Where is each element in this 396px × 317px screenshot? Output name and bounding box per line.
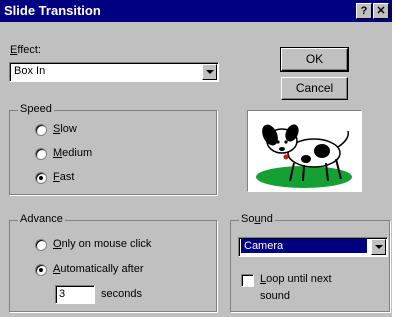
sound-group: Sound (230, 213, 390, 312)
dog-picture-icon (248, 111, 361, 191)
advance-automatic-radio[interactable] (35, 264, 47, 276)
effect-dropdown[interactable]: Box In (9, 62, 219, 82)
seconds-input[interactable]: 3 (55, 285, 95, 304)
title-bar[interactable]: Slide Transition ? ✕ (0, 0, 392, 22)
effect-label: Effect: (10, 44, 41, 56)
advance-automatic-label[interactable]: Automatically after (53, 263, 144, 275)
loop-sound-label[interactable]: Loop until next (260, 273, 332, 285)
help-button[interactable]: ? (356, 3, 372, 19)
chevron-down-icon[interactable] (202, 64, 217, 80)
ok-button[interactable]: OK (280, 47, 349, 72)
effect-value: Box In (14, 65, 46, 77)
seconds-label: seconds (101, 288, 142, 300)
sound-value: Camera (241, 239, 367, 253)
advance-mouse-click-label[interactable]: Only on mouse click (53, 238, 151, 250)
sound-dropdown[interactable]: Camera (238, 237, 388, 257)
slide-transition-dialog: Slide Transition ? ✕ Effect: Box In OK C… (0, 0, 392, 317)
sound-group-title: Sound (239, 213, 275, 225)
speed-medium-radio[interactable] (35, 148, 47, 160)
speed-slow-label[interactable]: Slow (53, 123, 77, 135)
speed-medium-label[interactable]: Medium (53, 147, 92, 159)
loop-sound-checkbox[interactable] (241, 274, 254, 287)
advance-group-title: Advance (18, 213, 65, 225)
advance-mouse-click-radio[interactable] (35, 239, 47, 251)
speed-fast-radio[interactable] (35, 172, 47, 184)
transition-preview[interactable] (247, 110, 362, 192)
close-button[interactable]: ✕ (373, 3, 389, 19)
speed-fast-label[interactable]: Fast (53, 171, 74, 183)
speed-group-title: Speed (18, 103, 54, 115)
window-title: Slide Transition (4, 3, 101, 18)
chevron-down-icon[interactable] (371, 239, 386, 255)
loop-sound-label-line2[interactable]: sound (260, 290, 290, 302)
cancel-button[interactable]: Cancel (281, 77, 348, 100)
speed-slow-radio[interactable] (35, 124, 47, 136)
